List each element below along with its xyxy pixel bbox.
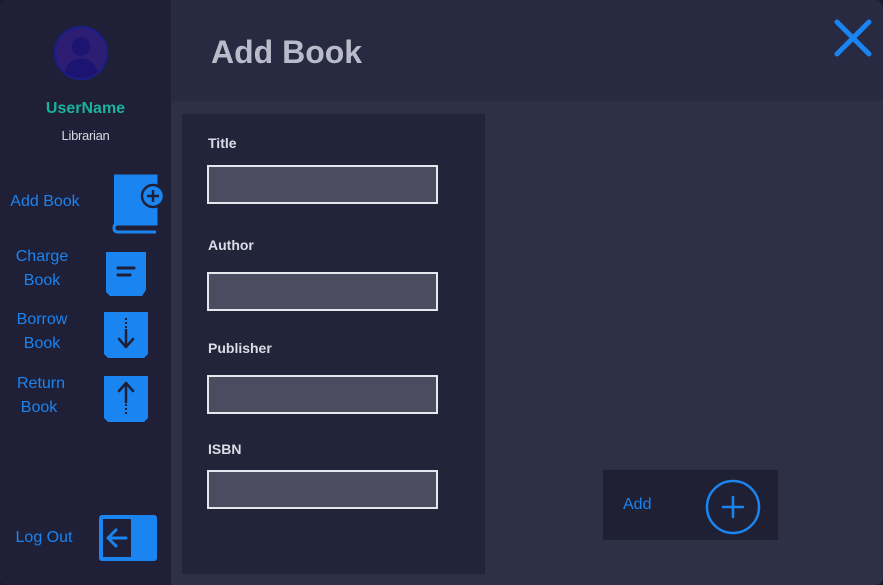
isbn-label: ISBN — [208, 441, 242, 457]
user-avatar-icon — [56, 28, 106, 78]
logout-button[interactable]: Log Out — [0, 512, 171, 564]
sidebar-item-label-line1: Return — [16, 375, 66, 392]
close-icon — [834, 19, 872, 57]
author-input[interactable] — [207, 272, 438, 311]
sidebar-item-label-line1: Borrow — [16, 311, 68, 328]
sidebar-item-label-line2: Book — [23, 272, 61, 289]
sidebar-item-charge-book[interactable]: Charge Book — [0, 245, 171, 300]
page-title: Add Book — [211, 34, 363, 70]
borrow-book-icon — [102, 310, 150, 360]
user-name: UserName — [45, 100, 126, 117]
sidebar-item-label: Add Book — [10, 193, 80, 210]
sidebar-item-label-line2: Book — [23, 335, 61, 352]
plus-circle-icon — [704, 478, 762, 536]
charge-book-icon — [104, 250, 148, 298]
title-input[interactable] — [207, 165, 438, 204]
add-button[interactable]: Add — [603, 470, 778, 540]
title-label: Title — [208, 135, 237, 151]
add-button-label: Add — [623, 496, 652, 513]
close-button[interactable] — [833, 18, 873, 58]
book-form: Title Author Publisher ISBN — [182, 114, 485, 574]
publisher-input[interactable] — [207, 375, 438, 414]
add-book-icon — [108, 174, 166, 234]
sidebar-item-label-line2: Book — [20, 399, 58, 416]
sidebar-item-label-line1: Charge — [15, 248, 69, 265]
sidebar-item-return-book[interactable]: Return Book — [0, 372, 171, 427]
sidebar-item-borrow-book[interactable]: Borrow Book — [0, 308, 171, 363]
user-role: Librarian — [61, 128, 110, 143]
logout-icon — [98, 514, 158, 562]
publisher-label: Publisher — [208, 340, 272, 356]
sidebar-item-add-book[interactable]: Add Book — [0, 170, 171, 235]
logout-label: Log Out — [15, 529, 73, 546]
header: Add Book — [171, 0, 883, 101]
sidebar: UserName Librarian Add Book Charge Book — [0, 0, 171, 585]
avatar — [54, 26, 108, 80]
isbn-input[interactable] — [207, 470, 438, 509]
app-window: UserName Librarian Add Book Charge Book — [0, 0, 883, 585]
return-book-icon — [102, 374, 150, 424]
author-label: Author — [208, 237, 254, 253]
